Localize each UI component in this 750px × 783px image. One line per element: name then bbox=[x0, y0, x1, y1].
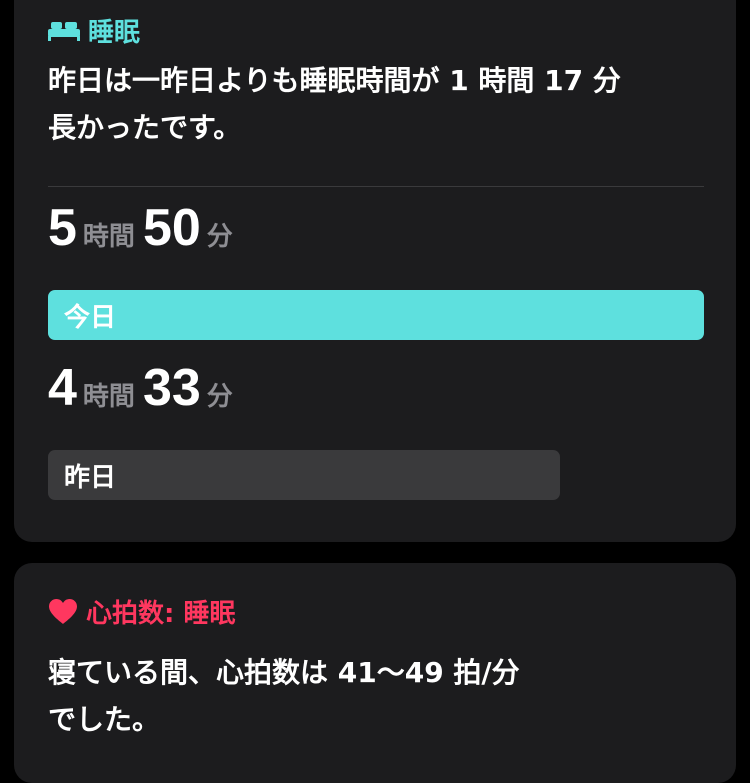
yesterday-minutes-value: 33 bbox=[142, 359, 201, 417]
today-hours-unit: 時間 bbox=[82, 222, 135, 252]
divider bbox=[48, 186, 704, 187]
yesterday-sleep-duration: 4 時間 33 分 bbox=[48, 358, 241, 418]
heart-rate-card-title: 心拍数: 睡眠 bbox=[86, 599, 236, 629]
today-minutes-unit: 分 bbox=[206, 222, 233, 252]
heart-rate-summary-line-1: 寝ている間、心拍数は 41〜49 拍/分 bbox=[48, 656, 520, 689]
yesterday-minutes-unit: 分 bbox=[206, 382, 233, 412]
yesterday-sleep-bar: 昨日 bbox=[48, 450, 560, 500]
sleep-summary-text: 昨日は一昨日よりも睡眠時間が 1 時間 17 分 長かったです。 bbox=[48, 57, 708, 151]
sleep-summary-line-1: 昨日は一昨日よりも睡眠時間が 1 時間 17 分 bbox=[48, 64, 621, 97]
yesterday-bar-label: 昨日 bbox=[64, 462, 117, 493]
heart-rate-card[interactable]: 心拍数: 睡眠 寝ている間、心拍数は 41〜49 拍/分 でした。 bbox=[14, 563, 736, 783]
sleep-card-header: 睡眠 bbox=[48, 12, 140, 49]
today-minutes-value: 50 bbox=[142, 199, 201, 257]
today-bar-label: 今日 bbox=[64, 302, 117, 333]
heart-icon bbox=[48, 598, 78, 625]
today-sleep-duration: 5 時間 50 分 bbox=[48, 198, 241, 258]
bed-icon bbox=[48, 21, 80, 41]
sleep-card[interactable]: 睡眠 昨日は一昨日よりも睡眠時間が 1 時間 17 分 長かったです。 5 時間… bbox=[14, 0, 736, 542]
sleep-card-title: 睡眠 bbox=[88, 18, 141, 48]
heart-rate-summary-text: 寝ている間、心拍数は 41〜49 拍/分 でした。 bbox=[48, 649, 708, 743]
yesterday-hours-value: 4 bbox=[48, 359, 77, 417]
sleep-summary-line-2: 長かったです。 bbox=[48, 111, 242, 144]
today-sleep-bar: 今日 bbox=[48, 290, 704, 340]
heart-rate-card-header: 心拍数: 睡眠 bbox=[48, 593, 235, 630]
yesterday-hours-unit: 時間 bbox=[82, 382, 135, 412]
today-hours-value: 5 bbox=[48, 199, 77, 257]
heart-rate-summary-line-2: でした。 bbox=[48, 703, 161, 736]
